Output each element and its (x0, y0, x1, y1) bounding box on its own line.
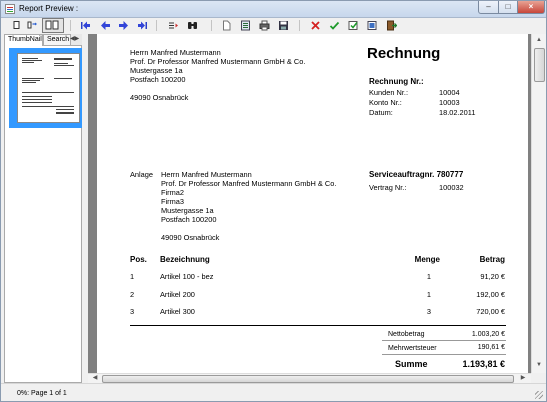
horizontal-scrollbar[interactable]: ◀ ▶ (88, 373, 531, 383)
sum-value: 1.193,81 € (462, 359, 505, 369)
sender-company: Prof. Dr Professor Manfred Mustermann Gm… (130, 57, 306, 66)
invoice-heading: Rechnung (367, 45, 441, 62)
attachment-line: 49090 Osnabrück (161, 233, 220, 242)
horizontal-scroll-thumb[interactable] (102, 375, 514, 383)
row-amount: 720,00 € (476, 307, 505, 316)
row-pos: 2 (130, 290, 135, 299)
service-order-title: Serviceauftragnr. 780777 (369, 170, 464, 179)
attachment-line: Firma2 (161, 188, 184, 197)
row-pos: 1 (130, 272, 135, 281)
first-page-icon[interactable] (79, 19, 92, 32)
window-title: Report Preview : (19, 4, 79, 13)
table-divider (130, 325, 506, 326)
column-amount: Betrag (479, 255, 505, 264)
sender-city: 49090 Osnabrück (130, 93, 189, 102)
net-value: 1.003,20 € (471, 331, 505, 338)
attachment-line: Postfach 100200 (161, 215, 217, 224)
resize-grip-icon[interactable] (535, 391, 543, 399)
print-setup-icon[interactable] (239, 19, 252, 32)
page-thumbnail[interactable] (17, 53, 80, 123)
tab-scroll-arrows[interactable]: ◀▶ (70, 35, 82, 44)
sender-street: Mustergasse 1a (130, 66, 183, 75)
new-page-icon[interactable] (220, 19, 233, 32)
contract-label: Vertrag Nr.: (369, 183, 407, 192)
text-mode-icon[interactable] (167, 19, 180, 32)
row-description: Artikel 100 - bez (160, 272, 214, 281)
row-amount: 91,20 € (480, 272, 505, 281)
app-icon (5, 4, 15, 14)
row-quantity: 1 (426, 272, 431, 281)
customer-number-label: Kunden Nr.: (369, 88, 409, 97)
totals-divider (382, 340, 506, 341)
confirm-icon[interactable] (328, 19, 341, 32)
vertical-scroll-thumb[interactable] (534, 48, 545, 82)
attachment-line: Prof. Dr Professor Manfred Mustermann Gm… (161, 179, 337, 188)
status-text: 0%: Page 1 of 1 (17, 390, 67, 397)
print-icon[interactable] (258, 19, 271, 32)
single-page-icon[interactable] (10, 19, 23, 32)
date-value: 18.02.2011 (439, 108, 476, 117)
close-icon[interactable] (309, 19, 322, 32)
two-pages-icon[interactable] (26, 19, 39, 32)
row-amount: 192,00 € (476, 290, 505, 299)
panel-tabs: ThumbNails Search I ◀▶ (4, 34, 82, 46)
row-quantity: 1 (426, 290, 431, 299)
next-page-icon[interactable] (117, 19, 130, 32)
status-bar: 0%: Page 1 of 1 (1, 383, 546, 401)
date-label: Datum: (369, 108, 393, 117)
report-page: Herrn Manfred Mustermann Prof. Dr Profes… (97, 34, 528, 373)
vat-value: 190,61 € (477, 344, 505, 351)
sender-pobox: Postfach 100200 (130, 75, 186, 84)
export-icon[interactable] (366, 19, 379, 32)
attachment-line: Firma3 (161, 197, 184, 206)
find-icon[interactable] (186, 19, 199, 32)
thumbnail-list[interactable] (4, 45, 82, 383)
tab-thumbnails[interactable]: ThumbNails (4, 34, 43, 46)
column-description: Bezeichnung (160, 255, 210, 264)
contract-value: 100032 (439, 183, 464, 192)
attachment-label: Anlage (130, 170, 154, 179)
page-width-icon[interactable] (42, 18, 64, 33)
scroll-left-icon[interactable]: ◀ (89, 374, 101, 383)
totals-divider (382, 354, 506, 355)
thumbnail-selected[interactable] (9, 48, 82, 128)
toolbar (1, 18, 546, 34)
row-description: Artikel 300 (160, 307, 195, 316)
customer-number-value: 10004 (439, 88, 460, 97)
row-pos: 3 (130, 307, 135, 316)
scroll-up-icon[interactable]: ▲ (533, 36, 545, 45)
scroll-down-icon[interactable]: ▼ (533, 361, 545, 370)
row-quantity: 3 (426, 307, 431, 316)
close-window-button[interactable]: × (517, 1, 545, 14)
sender-name: Herrn Manfred Mustermann (130, 48, 221, 57)
thumbnail-panel: ThumbNails Search I ◀▶ (4, 34, 82, 383)
account-number-label: Konto Nr.: (369, 98, 402, 107)
scroll-right-icon[interactable]: ▶ (517, 374, 529, 383)
last-page-icon[interactable] (136, 19, 149, 32)
prev-page-icon[interactable] (99, 19, 112, 32)
row-description: Artikel 200 (160, 290, 195, 299)
column-quantity: Menge (414, 255, 440, 264)
column-pos: Pos. (130, 255, 147, 264)
maximize-button[interactable]: □ (498, 1, 518, 14)
title-bar[interactable]: Report Preview : – □ × (1, 1, 546, 18)
sum-label: Summe (395, 359, 428, 369)
report-viewer[interactable]: Herrn Manfred Mustermann Prof. Dr Profes… (88, 34, 531, 373)
report-preview-window: Report Preview : – □ × ThumbNails Search… (0, 0, 547, 402)
invoice-number-title: Rechnung Nr.: (369, 77, 424, 86)
attachment-line: Herrn Manfred Mustermann (161, 170, 252, 179)
save-icon[interactable] (277, 19, 290, 32)
net-label: Nettobetrag (388, 331, 425, 338)
check-icon[interactable] (347, 19, 360, 32)
exit-icon[interactable] (385, 19, 398, 32)
vertical-scrollbar[interactable]: ▲ ▼ (531, 34, 546, 373)
attachment-line: Mustergasse 1a (161, 206, 214, 215)
minimize-button[interactable]: – (478, 1, 499, 14)
account-number-value: 10003 (439, 98, 460, 107)
tab-search[interactable]: Search I (43, 34, 71, 45)
vat-label: Mehrwertsteuer (388, 345, 437, 352)
